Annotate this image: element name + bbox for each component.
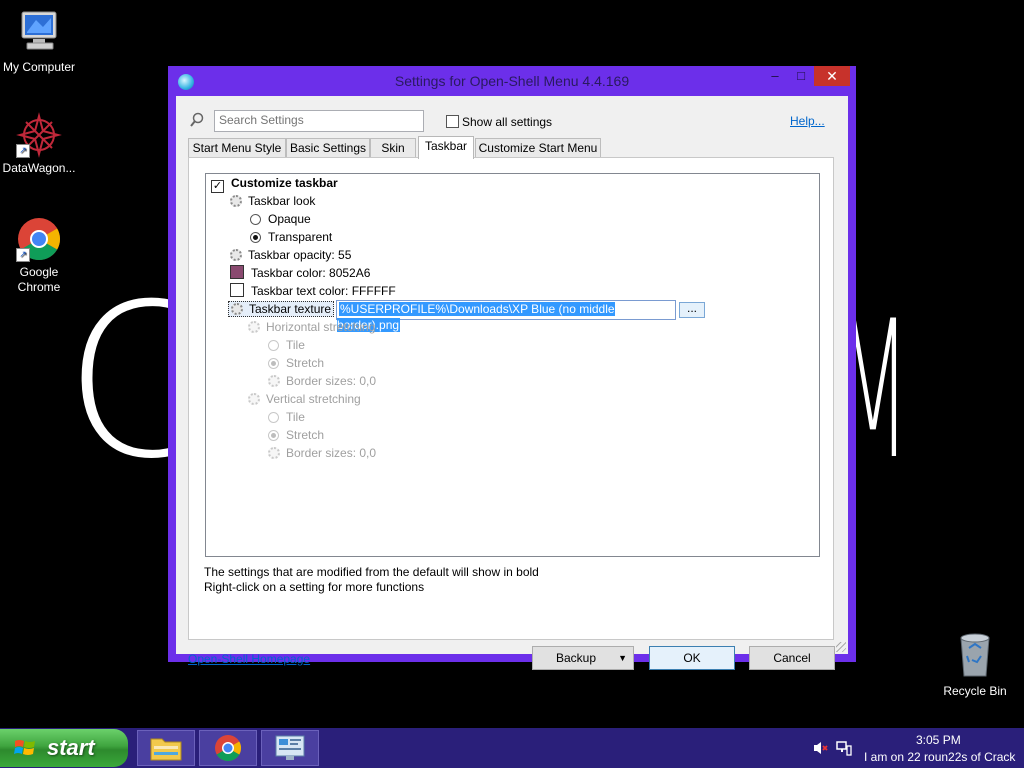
radio-icon[interactable] [250,214,261,225]
desktop-icon-label: DataWagon... [2,161,76,175]
tab-basic-settings[interactable]: Basic Settings [286,138,370,157]
gear-icon [248,393,260,405]
recycle-bin-icon [960,633,990,677]
vertical-stretching-setting[interactable]: Vertical stretching [248,390,361,408]
folder-icon [150,738,182,761]
clock-status-text[interactable]: I am on 22 roun22s of Crack [864,750,1015,764]
taskbar-google-chrome[interactable] [199,730,257,766]
horizontal-tile-option[interactable]: Tile [268,336,305,354]
cancel-button[interactable]: Cancel [749,646,835,670]
taskbar-color-setting[interactable]: Taskbar color: 8052A6 [230,264,370,282]
gear-icon [268,375,280,387]
desktop-icon-label: Google Chrome [17,265,61,294]
bold-settings-note: The settings that are modified from the … [204,565,539,579]
gear-icon [230,249,242,261]
horizontal-border-sizes-setting[interactable]: Border sizes: 0,0 [268,372,376,390]
search-input[interactable] [215,111,419,129]
gear-icon [231,303,243,315]
taskbar-texture-path-field[interactable]: %USERPROFILE%\Downloads\XP Blue (no midd… [336,300,676,332]
radio-selected-icon[interactable] [250,232,261,243]
windows-flag-icon [14,740,35,755]
taskbar-file-explorer[interactable] [137,730,195,766]
desktop-icon-datawagon[interactable]: ↗ DataWagon... [0,112,80,176]
customize-taskbar-setting[interactable]: ✓ Customize taskbar [211,174,338,193]
start-label: start [47,735,95,760]
resize-grip-icon[interactable] [836,642,846,652]
browse-button[interactable]: ... [679,302,705,318]
taskbar-look-setting[interactable]: Taskbar look [230,192,315,210]
ok-button[interactable]: OK [649,646,735,670]
search-icon [190,112,204,127]
window-client-area: Show all settings Help... Start Menu Sty… [176,96,848,670]
texture-path-value[interactable]: %USERPROFILE%\Downloads\XP Blue (no midd… [337,302,615,332]
taskbar-opacity-setting[interactable]: Taskbar opacity: 55 [230,246,351,264]
opaque-option[interactable]: Opaque [250,210,311,228]
minimize-button[interactable]: – [762,66,788,86]
gear-icon [268,447,280,459]
tab-customize-start-menu[interactable]: Customize Start Menu [475,138,601,157]
settings-tree: ✓ Customize taskbar Taskbar look Opaque T… [205,173,820,557]
color-swatch-icon [230,283,244,297]
taskbar-texture-setting[interactable]: Taskbar texture [228,300,335,318]
tab-taskbar[interactable]: Taskbar [418,136,474,159]
checkbox-checked-icon[interactable]: ✓ [211,180,224,193]
dropdown-arrow-icon: ▼ [618,653,627,663]
taskbar-text-color-setting[interactable]: Taskbar text color: FFFFFF [230,282,396,300]
vertical-tile-option[interactable]: Tile [268,408,305,426]
maximize-button[interactable]: □ [788,66,814,86]
help-link[interactable]: Help... [790,114,825,128]
transparent-option[interactable]: Transparent [250,228,332,246]
search-settings-box[interactable] [214,110,424,132]
radio-selected-icon[interactable] [268,358,279,369]
taskbar: start 3:05 PM I am on 22 roun22s of Crac… [0,728,1024,768]
show-all-settings-label[interactable]: Show all settings [462,115,552,129]
tab-start-menu-style[interactable]: Start Menu Style [188,138,286,157]
radio-icon[interactable] [268,340,279,351]
window-title: Settings for Open-Shell Menu 4.4.169 [394,73,630,89]
chrome-icon [215,735,242,762]
color-swatch-icon [230,265,244,279]
taskbar-tab-panel: ✓ Customize taskbar Taskbar look Opaque T… [188,157,834,640]
right-click-note: Right-click on a setting for more functi… [204,580,425,594]
tab-skin[interactable]: Skin [370,138,416,157]
horizontal-stretch-option[interactable]: Stretch [268,354,324,372]
horizontal-stretching-setting[interactable]: Horizontal stretching [248,318,375,336]
computer-icon [21,11,57,50]
radio-icon[interactable] [268,412,279,423]
close-button[interactable]: ✕ [814,66,850,86]
vertical-border-sizes-setting[interactable]: Border sizes: 0,0 [268,444,376,462]
control-panel-icon [275,735,305,760]
network-icon[interactable] [836,740,852,756]
radio-selected-icon[interactable] [268,430,279,441]
desktop-icon-label: Recycle Bin [943,684,1007,698]
gear-icon [248,321,260,333]
shortcut-arrow-icon: ↗ [16,248,30,262]
desktop-icon-recycle-bin[interactable]: Recycle Bin [934,630,1016,699]
settings-window: Settings for Open-Shell Menu 4.4.169 – □… [168,66,856,670]
show-all-settings-checkbox[interactable] [446,115,459,128]
vertical-stretch-option[interactable]: Stretch [268,426,324,444]
taskbar-control-panel[interactable] [261,730,319,766]
shortcut-arrow-icon: ↗ [16,144,30,158]
title-bar[interactable]: Settings for Open-Shell Menu 4.4.169 – □… [168,66,856,96]
desktop-icon-label: My Computer [2,60,76,74]
clock-time[interactable]: 3:05 PM [916,733,961,747]
start-button[interactable]: start [0,729,128,767]
desktop-icon-my-computer[interactable]: My Computer [0,8,80,75]
volume-muted-icon[interactable] [812,740,828,756]
backup-button[interactable]: Backup ▼ [532,646,634,670]
desktop-icon-google-chrome[interactable]: ↗ Google Chrome [0,216,80,295]
gear-icon [230,195,242,207]
open-shell-homepage-link[interactable]: Open-Shell Homepage [188,652,310,666]
